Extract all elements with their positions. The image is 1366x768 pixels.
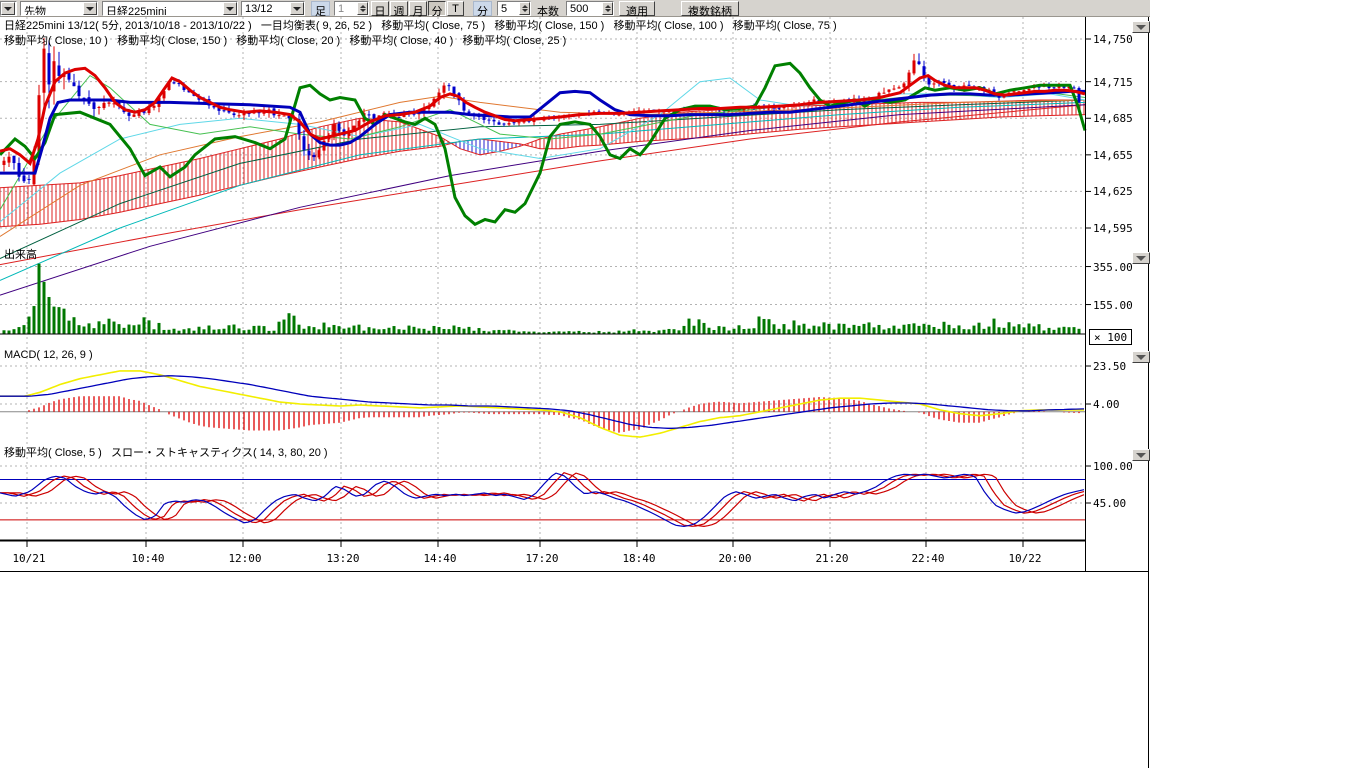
- trading-app-window: 先物 日経225mini 13/12 足 1 日 週 月 分 T 分 5 本数 …: [0, 0, 1366, 768]
- time-axis-label: 10:40: [128, 553, 168, 564]
- axis-tick-label: 23.50: [1093, 361, 1126, 372]
- time-axis-label: 21:20: [812, 553, 852, 564]
- axis-tick-label: 4.00: [1093, 399, 1120, 410]
- stochastics-panel-label: 移動平均( Close, 5 ) スロー・ストキャスティクス( 14, 3, 8…: [4, 448, 328, 459]
- chevron-down-icon: [1136, 355, 1146, 360]
- time-axis-label: 20:00: [715, 553, 755, 564]
- volume-panel-menu-button[interactable]: [1132, 252, 1150, 264]
- axis-tick-label: 14,715: [1093, 77, 1133, 88]
- axis-tick-label: 14,750: [1093, 34, 1133, 45]
- volume-multiplier-box: × 100: [1089, 329, 1132, 345]
- volume-panel-label: 出来高: [4, 250, 37, 261]
- axis-tick-label: 14,685: [1093, 113, 1133, 124]
- time-axis-label: 13:20: [323, 553, 363, 564]
- axis-tick-label: 14,595: [1093, 223, 1133, 234]
- time-axis-label: 14:40: [420, 553, 460, 564]
- axis-tick-label: 45.00: [1093, 498, 1126, 509]
- time-axis-label: 17:20: [522, 553, 562, 564]
- chart-canvas: [0, 0, 1366, 768]
- time-axis-label: 10/21: [9, 553, 49, 564]
- chevron-down-icon: [1136, 256, 1146, 261]
- axis-tick-label: 14,655: [1093, 150, 1133, 161]
- axis-tick-label: 14,625: [1093, 186, 1133, 197]
- time-axis-label: 18:40: [619, 553, 659, 564]
- chevron-down-icon: [1136, 453, 1146, 458]
- stochastics-panel-menu-button[interactable]: [1132, 449, 1150, 461]
- time-axis-label: 10/22: [1005, 553, 1045, 564]
- main-panel-title-line1: 日経225mini 13/12( 5分, 2013/10/18 - 2013/1…: [4, 21, 837, 32]
- time-axis-label: 12:00: [225, 553, 265, 564]
- axis-tick-label: 355.00: [1093, 262, 1133, 273]
- macd-panel-label: MACD( 12, 26, 9 ): [4, 350, 93, 361]
- macd-panel-menu-button[interactable]: [1132, 351, 1150, 363]
- time-axis-label: 22:40: [908, 553, 948, 564]
- main-panel-menu-button[interactable]: [1132, 21, 1150, 33]
- axis-tick-label: 155.00: [1093, 300, 1133, 311]
- main-panel-title-line2: 移動平均( Close, 10 ) 移動平均( Close, 150 ) 移動平…: [4, 36, 566, 47]
- axis-tick-label: 100.00: [1093, 461, 1133, 472]
- chevron-down-icon: [1136, 25, 1146, 30]
